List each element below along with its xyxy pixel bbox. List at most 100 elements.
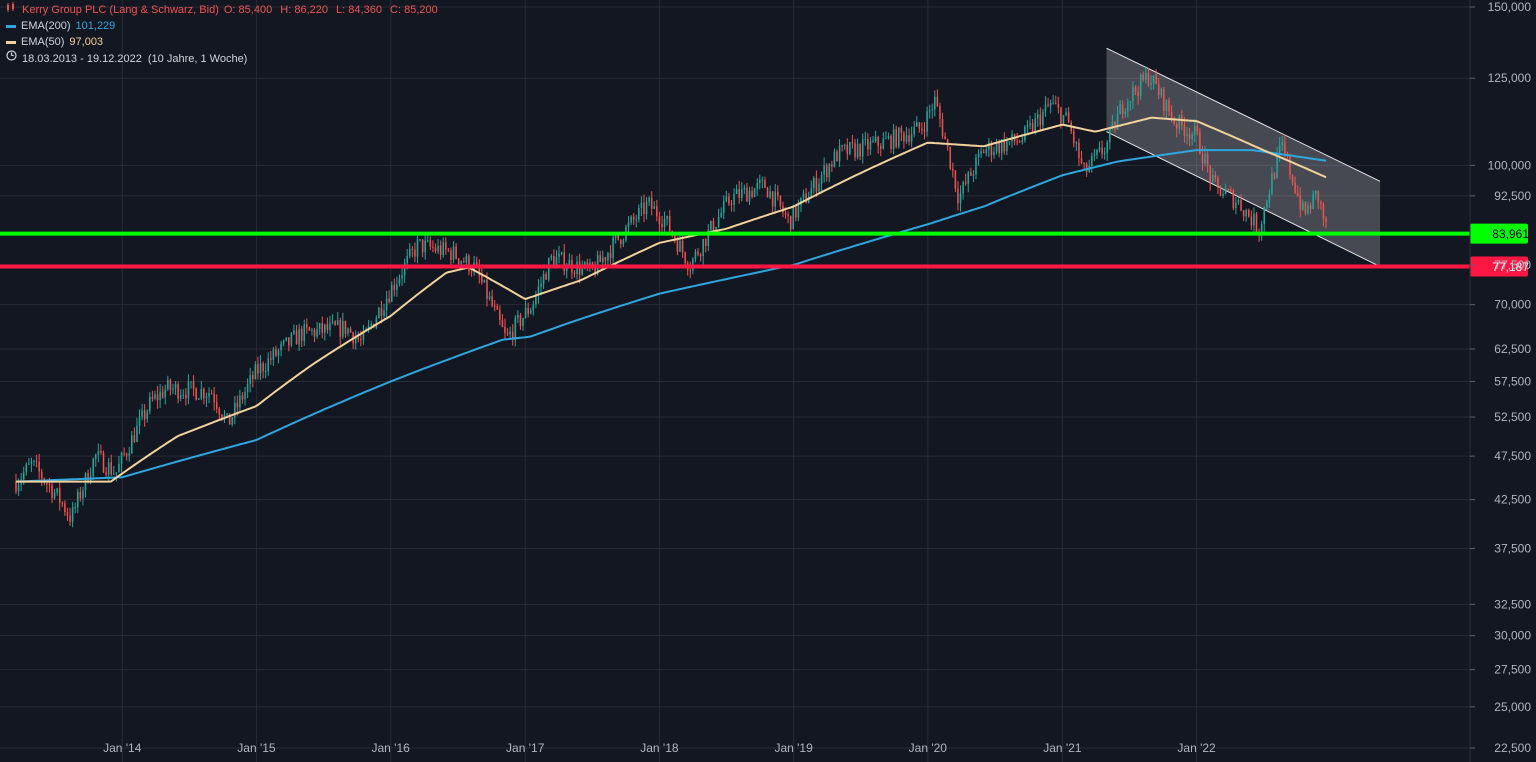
candle-body [1230, 189, 1232, 191]
legend-ema50-row[interactable]: EMA(50) 97,003 [6, 34, 438, 50]
candle-body [252, 374, 254, 380]
candle-body [215, 402, 218, 409]
candle-body [336, 320, 339, 325]
price-tick-label: 62,500 [1494, 342, 1531, 356]
candle-body [236, 402, 239, 408]
candle-body [347, 328, 349, 334]
candle-body [527, 307, 529, 314]
candle-body [622, 240, 625, 244]
candle-body [1157, 84, 1160, 96]
candle-body [825, 165, 828, 178]
candle-body [321, 323, 324, 333]
candle-body [76, 491, 79, 508]
candle-body [941, 119, 944, 137]
candle-body [38, 461, 40, 472]
candle-body [787, 214, 789, 216]
candle-body [445, 242, 447, 250]
candle-body [897, 127, 900, 147]
candle-body [254, 364, 257, 380]
candle-body [499, 309, 501, 320]
candle-body [1281, 141, 1284, 146]
candle-body [972, 174, 975, 176]
price-tick-label: 30,000 [1494, 629, 1531, 643]
candle-body [1078, 142, 1080, 159]
price-tick-label: 32,500 [1494, 597, 1531, 611]
candle-body [56, 488, 58, 493]
candle-body [756, 182, 758, 189]
time-axis[interactable]: Jan '14 Jan '15 Jan '16 Jan '17 Jan '18 Jan '… [103, 741, 1216, 755]
candle-body [1042, 111, 1044, 126]
legend-instrument-row[interactable]: Kerry Group PLC (Lang & Schwarz, Bid) O:… [6, 2, 438, 18]
candle-body [887, 135, 890, 139]
candle-body [293, 330, 295, 334]
candle-body [35, 460, 38, 462]
candle-body [138, 416, 141, 426]
legend-ema200-row[interactable]: EMA(200) 101,229 [6, 18, 438, 34]
candle-body [313, 329, 316, 337]
candle-body [1224, 189, 1227, 195]
candle-body [838, 145, 841, 162]
price-chart[interactable]: 83,96177,187 150,000125,000100,00092,500… [0, 0, 1536, 762]
candle-body [470, 271, 473, 273]
candle-body [1209, 165, 1211, 183]
candle-body [717, 216, 720, 228]
candle-body [66, 512, 69, 516]
time-tick-label: Jan '16 [371, 741, 410, 755]
candle-body [553, 255, 555, 266]
candle-body [210, 393, 213, 395]
candle-body [774, 191, 777, 207]
candle-body [308, 327, 311, 331]
candle-body [833, 151, 836, 167]
candle-body [1263, 207, 1266, 225]
candle-body [447, 249, 450, 251]
high-label: H: [280, 4, 292, 16]
candle-body [1219, 185, 1222, 196]
candle-body [542, 273, 545, 284]
candle-body [288, 337, 290, 346]
candle-body [1183, 124, 1186, 137]
candle-body [789, 215, 792, 230]
candle-body [177, 384, 179, 399]
candle-body [1127, 102, 1129, 112]
ema50-label: EMA(50) [21, 36, 65, 48]
open-label: O: [223, 4, 236, 16]
candle-body [867, 138, 869, 150]
candle-body [172, 388, 174, 390]
candle-body [1237, 199, 1240, 203]
candle-body [493, 305, 496, 307]
candle-body [491, 296, 493, 306]
candle-body [128, 453, 131, 456]
candle-body [120, 453, 123, 464]
candle-body [185, 394, 187, 399]
candle-body [710, 220, 712, 231]
candle-body [823, 165, 825, 175]
candle-body [159, 391, 161, 401]
candle-body [360, 339, 362, 341]
candle-body [452, 246, 455, 260]
candle-body [743, 187, 746, 190]
candle-body [573, 272, 576, 275]
instrument-name: Kerry Group PLC (Lang & Schwarz, Bid) [22, 4, 219, 16]
ema50-swatch [6, 40, 16, 44]
candle-body [1163, 88, 1165, 112]
candle-body [375, 318, 378, 328]
candle-body [841, 145, 843, 147]
candle-body [53, 492, 56, 499]
ema200-swatch [6, 24, 16, 28]
candle-body [916, 122, 918, 127]
candle-body [1047, 104, 1049, 106]
candle-body [110, 462, 112, 475]
candle-body [1021, 140, 1024, 143]
candle-body [885, 138, 887, 140]
candle-body [300, 328, 303, 341]
candle-body [918, 122, 921, 129]
candle-body [684, 252, 686, 264]
candle-body [1142, 74, 1145, 80]
candle-body [270, 358, 272, 360]
candle-body [25, 464, 28, 473]
candle-body [69, 515, 71, 522]
candle-body [437, 245, 439, 252]
candle-body [501, 319, 504, 327]
candle-body [125, 454, 128, 456]
candle-body [784, 212, 787, 215]
